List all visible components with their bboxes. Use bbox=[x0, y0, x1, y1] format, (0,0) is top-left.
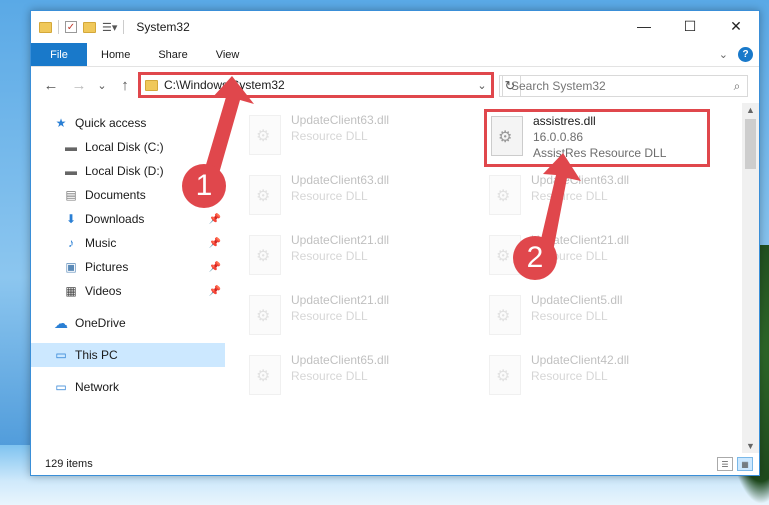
step-callout-1: 1 bbox=[182, 164, 226, 208]
step-callout-2: 2 bbox=[513, 236, 557, 280]
annotation-arrow-1 bbox=[200, 76, 581, 257]
